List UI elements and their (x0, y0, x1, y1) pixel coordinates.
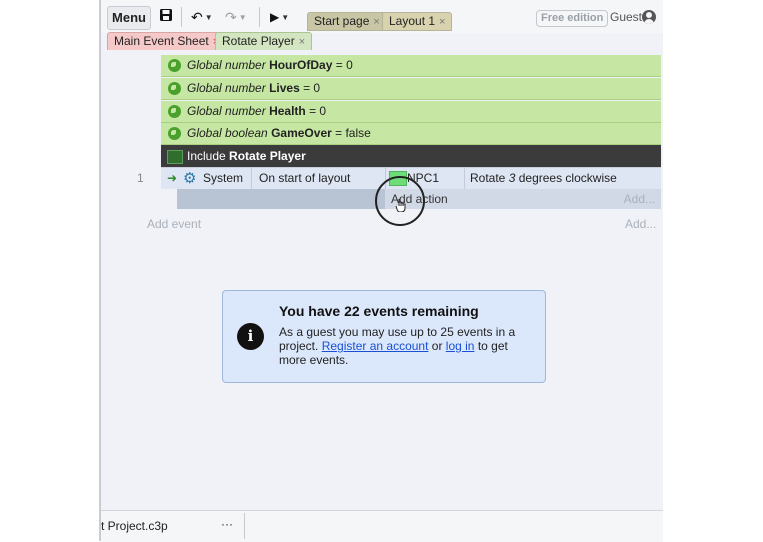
toolbar-divider (259, 7, 260, 27)
project-file-name[interactable]: t Project.c3p (101, 519, 168, 533)
menu-button[interactable]: Menu (107, 6, 151, 30)
global-variable-row[interactable]: Global number Lives = 0 (161, 78, 661, 100)
condition-text[interactable]: On start of layout (259, 168, 350, 189)
play-icon[interactable]: ▶ ▼ (270, 7, 289, 27)
undo-dropdown-icon[interactable]: ▼ (205, 13, 213, 22)
condition-object[interactable]: System (203, 168, 243, 189)
notice-body: As a guest you may use up to 25 events i… (279, 325, 516, 367)
more-options-icon[interactable]: ··· (221, 517, 233, 531)
bottom-bar: t Project.c3p ··· (101, 510, 663, 542)
tab-label: Start page (314, 14, 370, 28)
info-icon: i (237, 323, 264, 350)
global-variable-row[interactable]: Global number HourOfDay = 0 (161, 55, 661, 77)
gear-icon: ⚙ (183, 170, 197, 187)
tab-label: Rotate Player (222, 34, 295, 48)
events-remaining-notice: i You have 22 events remaining As a gues… (222, 290, 546, 383)
guest-label[interactable]: Guest (610, 10, 642, 25)
save-icon[interactable] (159, 7, 173, 27)
tab-layout-1[interactable]: Layout 1 × (382, 12, 453, 31)
redo-icon[interactable]: ↷ ▼ (225, 7, 247, 27)
global-variable-row[interactable]: Global boolean GameOver = false (161, 123, 661, 145)
redo-dropdown-icon[interactable]: ▼ (239, 13, 247, 22)
add-event-link[interactable]: Add event (147, 217, 201, 231)
event-sheet: Global number HourOfDay = 0 Global numbe… (101, 50, 663, 510)
add-event-more-link[interactable]: Add... (625, 217, 656, 231)
add-condition-link[interactable]: Add... (624, 192, 655, 206)
close-icon[interactable]: × (373, 16, 379, 28)
notice-title: You have 22 events remaining (279, 303, 479, 319)
arrow-right-icon: ➜ (167, 171, 178, 185)
main-toolbar: Menu ↶ ▼ ↷ ▼ ▶ ▼ Start page × Layout 1 × Free… (101, 0, 663, 33)
free-edition-badge[interactable]: Free edition (536, 10, 609, 27)
tab-start-page[interactable]: Start page × (307, 12, 387, 31)
close-icon[interactable]: × (439, 16, 445, 28)
close-icon[interactable]: × (299, 36, 305, 48)
user-icon[interactable] (642, 10, 656, 24)
action-text[interactable]: Rotate 3 degrees clockwise (470, 168, 617, 189)
globe-icon (168, 59, 181, 72)
event-number: 1 (137, 171, 144, 185)
hand-cursor-icon (395, 199, 406, 212)
tab-label: Layout 1 (389, 14, 436, 28)
tab-label: Main Event Sheet (114, 34, 209, 48)
login-link[interactable]: log in (446, 339, 475, 353)
construct-editor: Menu ↶ ▼ ↷ ▼ ▶ ▼ Start page × Layout 1 × Free… (99, 0, 663, 542)
globe-icon (168, 105, 181, 118)
undo-icon[interactable]: ↶ ▼ (191, 7, 213, 27)
tab-main-event-sheet[interactable]: Main Event Sheet× (107, 32, 227, 51)
globe-icon (168, 82, 181, 95)
tab-rotate-player[interactable]: Rotate Player × (215, 32, 313, 51)
globe-icon (168, 127, 181, 140)
event-sheet-icon (167, 150, 183, 164)
global-variable-row[interactable]: Global number Health = 0 (161, 101, 661, 123)
include-row[interactable]: Include Rotate Player (161, 145, 661, 167)
play-dropdown-icon[interactable]: ▼ (281, 13, 289, 22)
toolbar-divider (181, 7, 182, 27)
register-link[interactable]: Register an account (322, 339, 429, 353)
